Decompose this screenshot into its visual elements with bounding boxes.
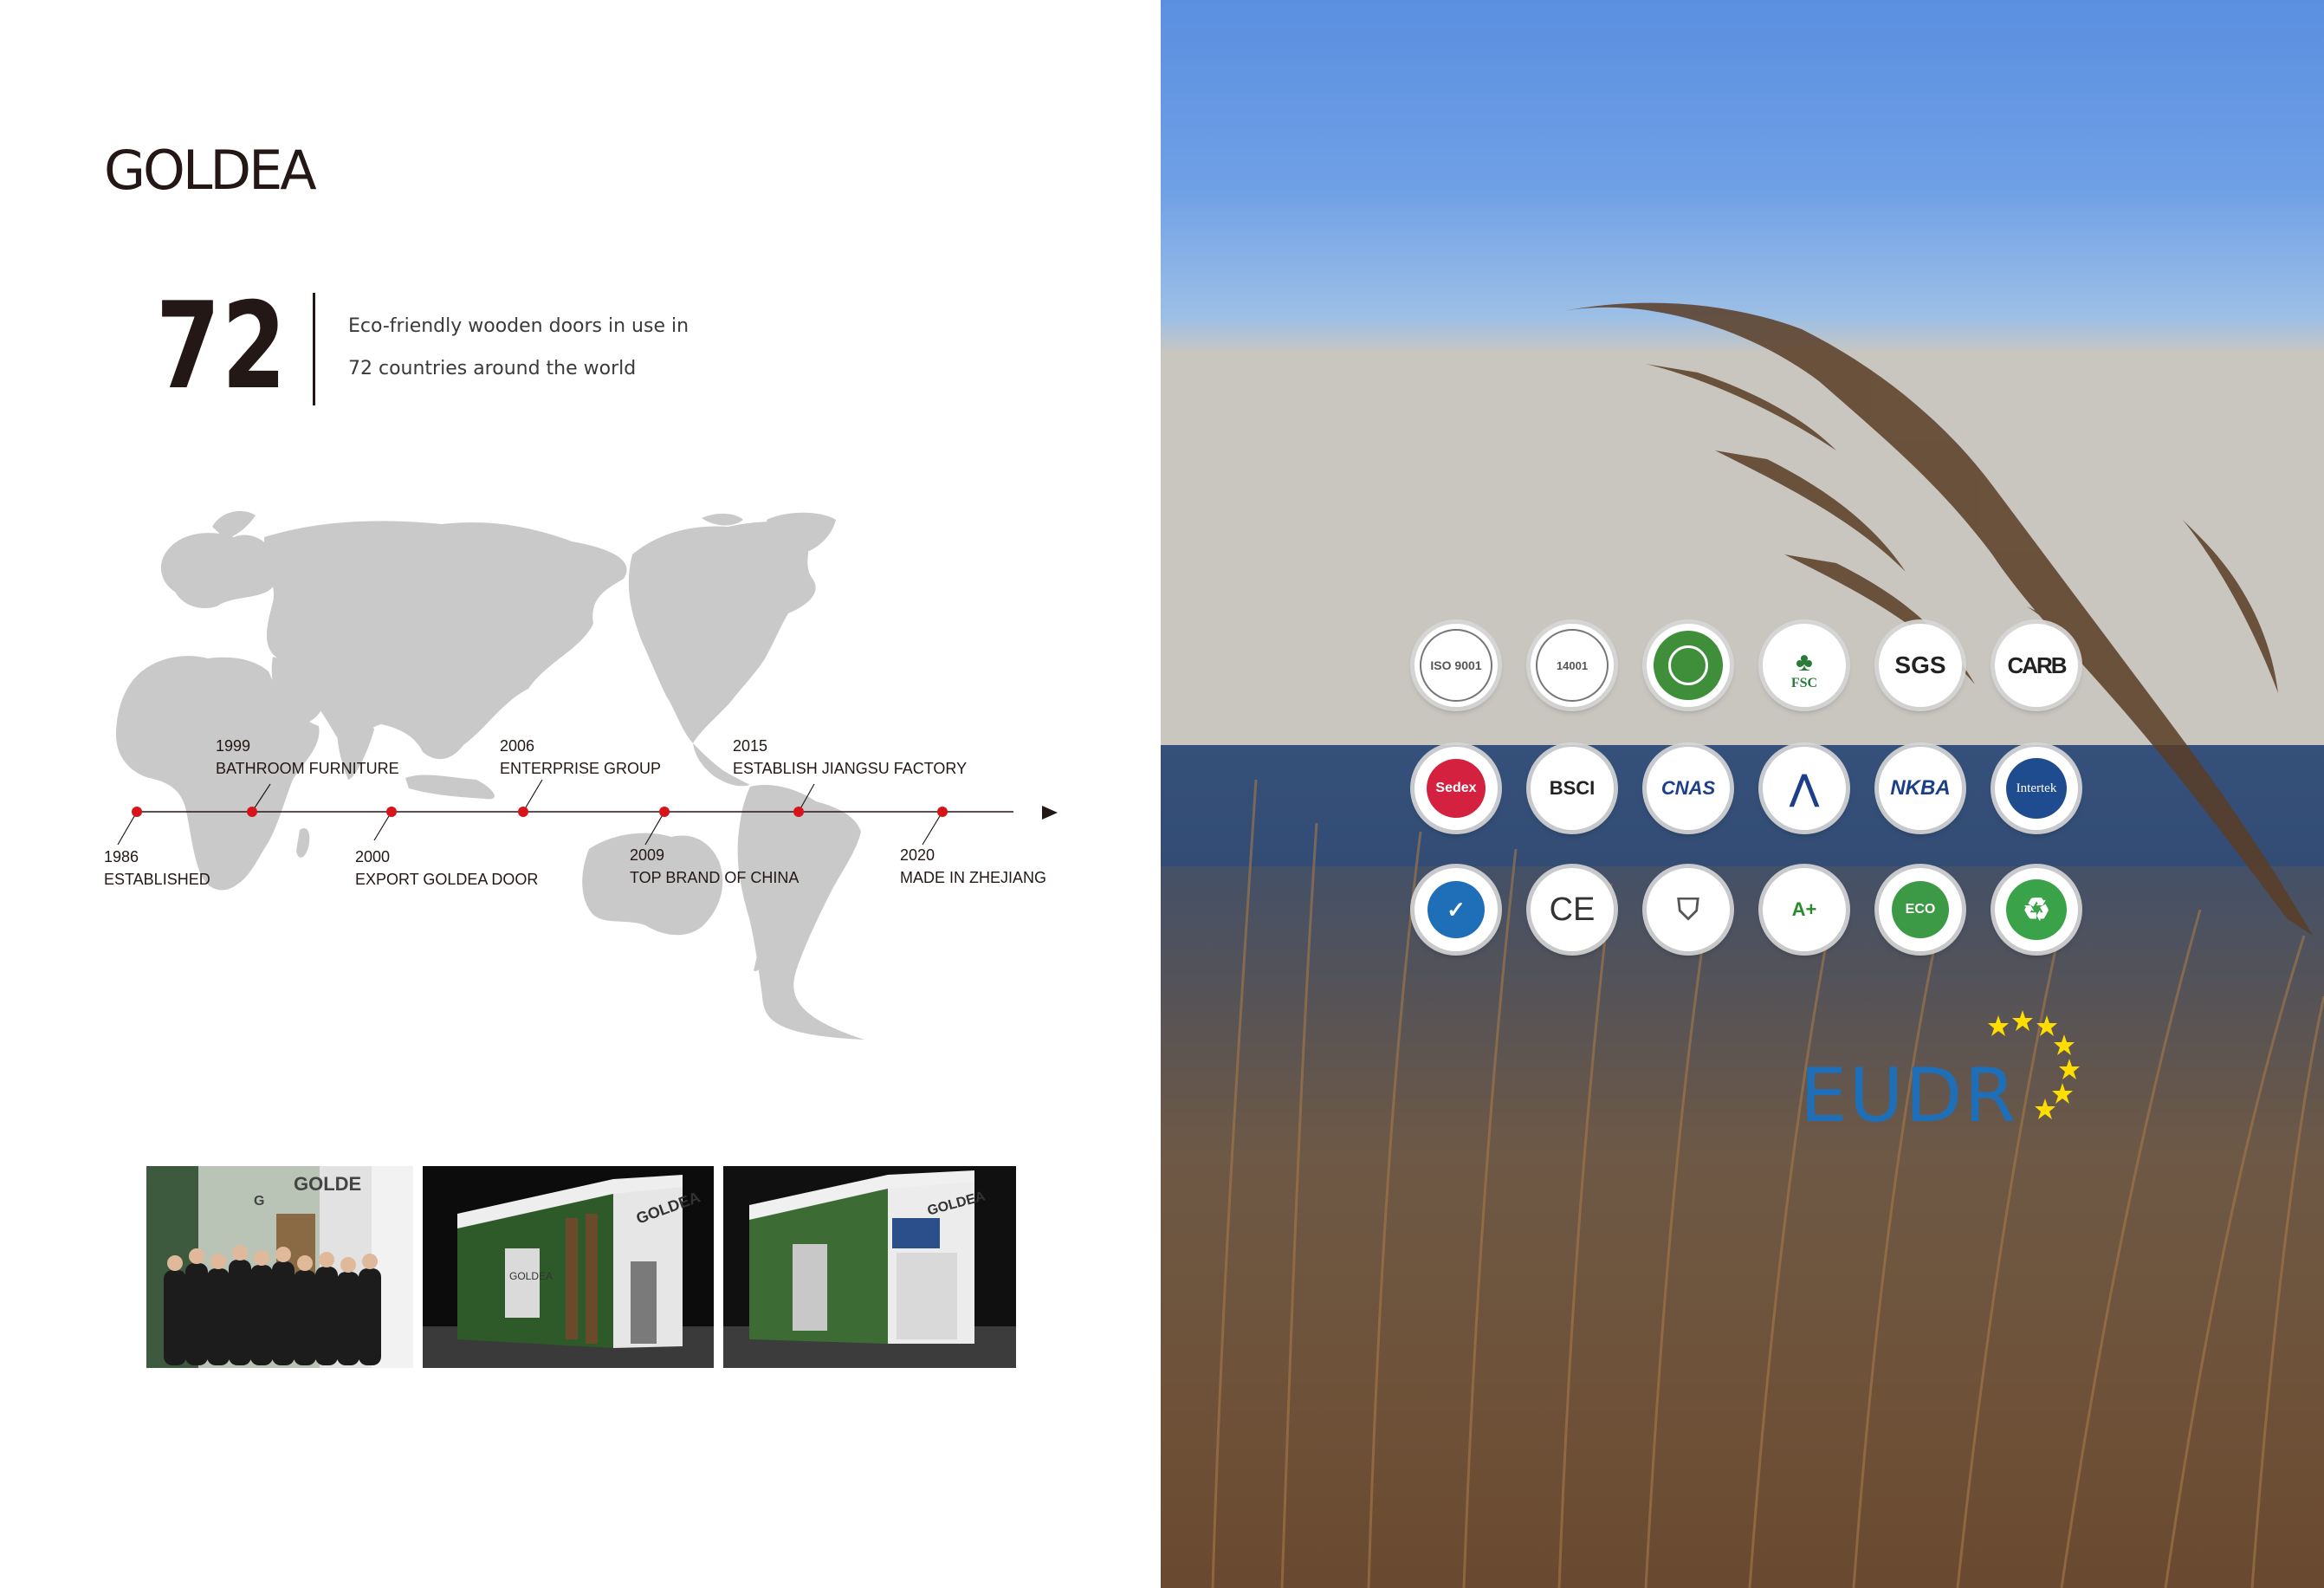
carb-icon: CARB xyxy=(1995,624,2078,707)
timeline-year: 2000 xyxy=(355,848,391,865)
timeline-event: TOP BRAND OF CHINA xyxy=(630,869,799,886)
timeline-item-2020: 2020 MADE IN ZHEJIANG xyxy=(900,844,1046,889)
nkba-icon: NKBA xyxy=(1879,747,1962,830)
cert-label: CE xyxy=(1549,891,1596,928)
sedex-icon: Sedex xyxy=(1414,747,1498,830)
timeline-dot-2006 xyxy=(518,807,528,817)
cert-label: NKBA xyxy=(1890,776,1951,800)
timeline-item-2009: 2009 TOP BRAND OF CHINA xyxy=(630,844,799,889)
cert-label: ECO xyxy=(1905,902,1936,917)
timeline-year: 2009 xyxy=(630,846,665,864)
photo-team-sign: GOLDE xyxy=(294,1173,362,1195)
photo-booth-1: GOLDEA GOLDEA xyxy=(423,1166,714,1368)
quality-check-icon: ✓ xyxy=(1414,868,1498,951)
cert-label: BSCI xyxy=(1549,777,1596,799)
eudr-logo: EUDR xyxy=(1800,1053,2018,1139)
sgs-icon: SGS xyxy=(1879,624,1962,707)
timeline-item-2000: 2000 EXPORT GOLDEA DOOR xyxy=(355,846,538,891)
timeline-event: ESTABLISH JIANGSU FACTORY xyxy=(733,760,968,777)
photo-booth-2: GOLDEA xyxy=(723,1166,1016,1368)
cert-label: A+ xyxy=(1791,898,1817,920)
timeline-event: MADE IN ZHEJIANG xyxy=(900,869,1047,886)
cnas-icon: CNAS xyxy=(1647,747,1730,830)
left-page: GOLDEA 72 Eco-friendly wooden doors in u… xyxy=(0,0,1161,1588)
timeline-event: ESTABLISHED xyxy=(104,871,210,888)
iso-9001-icon: ISO 9001 xyxy=(1414,624,1498,707)
cert-label: ISO 9001 xyxy=(1430,658,1482,672)
timeline-dot-2015 xyxy=(793,807,804,817)
timeline-year: 1999 xyxy=(216,737,251,755)
cert-label: FSC xyxy=(1790,676,1818,690)
eco-leaf-icon: ECO xyxy=(1879,868,1962,951)
timeline-year: 2015 xyxy=(733,737,768,755)
timeline-year: 2020 xyxy=(900,846,935,864)
timeline-event: EXPORT GOLDEA DOOR xyxy=(355,871,539,888)
ce-icon: CE xyxy=(1531,868,1614,951)
shield-mark-icon: ⛉ xyxy=(1647,868,1730,951)
iso-14001-icon: 14001 xyxy=(1531,624,1614,707)
fsc-tree-icon: ♣ FSC xyxy=(1763,624,1846,707)
photo-team: GOLDE G xyxy=(146,1166,413,1368)
booth-1-panel: GOLDEA xyxy=(509,1270,553,1282)
nature-background: ISO 9001 14001 ♣ FSC SGS CARB Sedex BSCI … xyxy=(1161,0,2324,1588)
recycle-icon: ♻ xyxy=(1995,868,2078,951)
timeline-item-2006: 2006 ENTERPRISE GROUP xyxy=(500,735,661,780)
timeline-event: BATHROOM FURNITURE xyxy=(216,760,399,777)
timeline-item-1986: 1986 ESTABLISHED xyxy=(104,846,210,891)
timeline-dot-2009 xyxy=(659,807,670,817)
timeline-year: 1986 xyxy=(104,848,139,865)
bsci-icon: BSCI xyxy=(1531,747,1614,830)
intertek-icon: Intertek xyxy=(1995,747,2078,830)
accreditation-icon: ⋀ xyxy=(1763,747,1846,830)
cert-label: CARB xyxy=(2007,651,2067,678)
timeline-item-1999: 1999 BATHROOM FURNITURE xyxy=(216,735,399,780)
cert-label: 14001 xyxy=(1556,658,1589,672)
timeline-dot-1999 xyxy=(247,807,257,817)
cert-label: SGS xyxy=(1894,651,1946,678)
timeline-item-2015: 2015 ESTABLISH JIANGSU FACTORY xyxy=(733,735,967,780)
energy-a-plus-icon: A+ xyxy=(1763,868,1846,951)
timeline-dot-2000 xyxy=(386,807,397,817)
timeline-dot-2020 xyxy=(937,807,948,817)
timeline-year: 2006 xyxy=(500,737,535,755)
timeline-event: ENTERPRISE GROUP xyxy=(500,760,662,777)
photo-team-sign-small: G xyxy=(254,1194,265,1209)
timeline-dot-1986 xyxy=(132,807,142,817)
china-environmental-label-icon xyxy=(1647,624,1730,707)
cert-label: Intertek xyxy=(2016,781,2057,795)
cert-label: Sedex xyxy=(1435,781,1477,795)
cert-label: CNAS xyxy=(1660,777,1716,799)
